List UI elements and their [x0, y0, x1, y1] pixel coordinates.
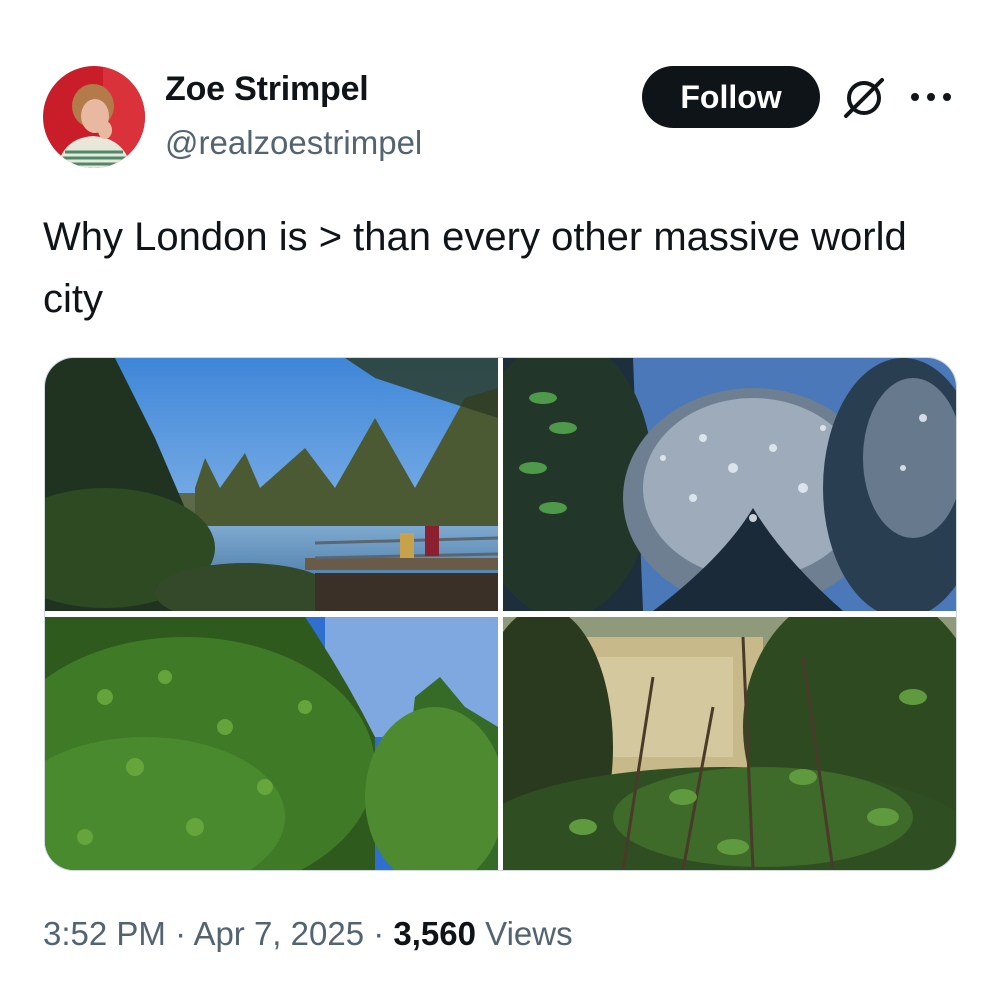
- meta-separator: ·: [373, 915, 385, 952]
- views-label: Views: [485, 915, 573, 952]
- follow-button[interactable]: Follow: [642, 66, 820, 128]
- meta-separator: ·: [175, 915, 187, 952]
- more-icon[interactable]: [908, 86, 954, 108]
- photo-ivy-bushes[interactable]: [45, 617, 498, 870]
- tweet-date[interactable]: Apr 7, 2025: [193, 915, 364, 952]
- views-count[interactable]: 3,560: [393, 915, 476, 952]
- tweet-text: Why London is > than every other massive…: [43, 215, 907, 321]
- tweet-meta: 3:52 PM · Apr 7, 2025 · 3,560 Views: [43, 915, 573, 953]
- media-grid: [44, 357, 957, 871]
- avatar[interactable]: [43, 66, 145, 168]
- tweet-time[interactable]: 3:52 PM: [43, 915, 166, 952]
- author-display-name[interactable]: Zoe Strimpel: [165, 70, 369, 109]
- photo-undergrowth[interactable]: [503, 617, 956, 870]
- photo-blossom[interactable]: [503, 358, 956, 611]
- grok-icon[interactable]: [840, 76, 888, 120]
- author-handle[interactable]: @realzoestrimpel: [165, 124, 422, 162]
- photo-pond[interactable]: [45, 358, 498, 611]
